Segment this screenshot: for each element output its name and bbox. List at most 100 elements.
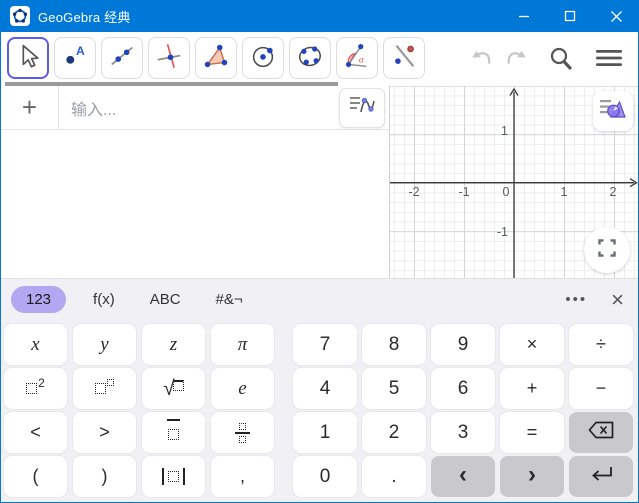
add-expression-button[interactable]: + [1,86,59,129]
key-square[interactable]: 2 [4,368,67,409]
tool-circle-center-point[interactable] [242,37,284,79]
key-cursor-left[interactable]: ‹ [431,456,495,497]
key-4[interactable]: 4 [293,368,357,409]
svg-text:A: A [76,44,85,58]
svg-text:α: α [359,55,365,65]
x-tick--1: -1 [458,185,469,199]
key-5[interactable]: 5 [362,368,426,409]
key-enter[interactable] [569,456,633,497]
key-cursor-right[interactable]: › [500,456,564,497]
close-button[interactable] [593,0,639,32]
graphics-settings-button[interactable] [593,91,633,131]
key-7[interactable]: 7 [293,324,357,365]
search-icon[interactable] [546,43,576,73]
key-equals[interactable]: = [500,412,564,453]
perpendicular-line-icon [154,41,184,76]
line-icon [107,41,137,76]
keyboard-tabs: 123 f(x) ABC #&¬ ••• × [1,279,638,313]
x-tick-2: 2 [610,185,617,199]
keyboard-left-block: x y z π 2 √ e < > () , [4,324,274,497]
tool-move[interactable] [7,37,49,79]
title-bar: GeoGebra 经典 [0,0,639,32]
key-y[interactable]: y [73,324,136,365]
tool-line[interactable] [101,37,143,79]
key-0[interactable]: 0 [293,456,357,497]
key-less-than[interactable]: < [4,412,67,453]
key-decimal[interactable]: . [362,456,426,497]
key-pi[interactable]: π [211,324,274,365]
geogebra-logo-icon [10,6,30,26]
tool-reflect-about-line[interactable] [383,37,425,79]
key-absolute-value[interactable] [142,456,205,497]
key-z[interactable]: z [142,324,205,365]
algebra-input-row[interactable]: + 输入... [1,86,389,130]
redo-button[interactable] [500,43,530,73]
tool-angle[interactable]: α [336,37,378,79]
key-6[interactable]: 6 [431,368,495,409]
key-minus[interactable]: − [569,368,633,409]
key-3[interactable]: 3 [431,412,495,453]
undo-button[interactable] [468,43,498,73]
minimize-button[interactable] [501,0,547,32]
key-fraction[interactable] [211,412,274,453]
algebra-style-icon [348,92,376,123]
key-left-paren[interactable]: ( [4,456,67,497]
tool-conic-through-points[interactable] [289,37,331,79]
sqrt-icon: √ [163,377,184,401]
keyboard-body: x y z π 2 √ e < > () , 7 8 9 × ÷ 4 5 6 … [1,324,638,497]
key-x[interactable]: x [4,324,67,365]
x-tick--2: -2 [408,185,419,199]
menu-icon[interactable] [594,43,624,73]
key-comma[interactable]: , [211,456,274,497]
conic-icon [295,41,325,76]
keyboard-close-icon[interactable]: × [611,288,624,310]
x-tick-1: 1 [561,185,568,199]
key-1[interactable]: 1 [293,412,357,453]
tab-123[interactable]: 123 [11,286,67,313]
absolute-value-icon [162,468,185,485]
key-e[interactable]: e [211,368,274,409]
cursor-arrow-icon [13,41,43,76]
fraction-icon [235,422,250,443]
tool-perpendicular-line[interactable] [148,37,190,79]
recurring-decimal-icon [167,419,180,446]
y-tick--1: -1 [497,225,508,239]
key-divide[interactable]: ÷ [569,324,633,365]
tab-symbols[interactable]: #&¬ [212,286,247,313]
window-title: GeoGebra 经典 [38,9,131,25]
tool-polygon[interactable] [195,37,237,79]
power-icon [95,378,114,400]
key-plus[interactable]: + [500,368,564,409]
y-tick-1: 1 [501,124,508,138]
algebra-input[interactable]: 输入... [59,96,339,120]
circle-icon [248,41,278,76]
input-style-button[interactable] [339,87,385,128]
key-9[interactable]: 9 [431,324,495,365]
square-icon: 2 [26,376,45,400]
tab-abc[interactable]: ABC [146,286,185,313]
key-greater-than[interactable]: > [73,412,136,453]
maximize-button[interactable] [547,0,593,32]
key-sqrt[interactable]: √ [142,368,205,409]
angle-icon: α [342,41,372,76]
key-8[interactable]: 8 [362,324,426,365]
more-options-icon[interactable]: ••• [565,291,587,308]
toolbar-actions [468,37,638,79]
fullscreen-button[interactable] [584,227,630,273]
tool-point[interactable]: A [54,37,96,79]
enter-icon [589,466,613,488]
key-multiply[interactable]: × [500,324,564,365]
tool-bar: A α [1,32,638,86]
x-tick-0: 0 [503,185,510,199]
main-area: + 输入... -2 -1 0 1 2 1 -1 [1,86,638,278]
key-backspace[interactable] [569,412,633,453]
app-window: GeoGebra 经典 A α + 输入... -2 -1 0 1 2 1 -1… [0,0,639,503]
tab-fx[interactable]: f(x) [89,286,119,313]
keyboard-right-block: 7 8 9 × ÷ 4 5 6 + − 1 2 3 = 0 . ‹ › [293,324,633,497]
key-recurring-decimal[interactable] [142,412,205,453]
key-right-paren[interactable]: ) [73,456,136,497]
graphics-view[interactable]: -2 -1 0 1 2 1 -1 [389,86,638,278]
key-2[interactable]: 2 [362,412,426,453]
key-power[interactable] [73,368,136,409]
backspace-icon [588,421,614,445]
